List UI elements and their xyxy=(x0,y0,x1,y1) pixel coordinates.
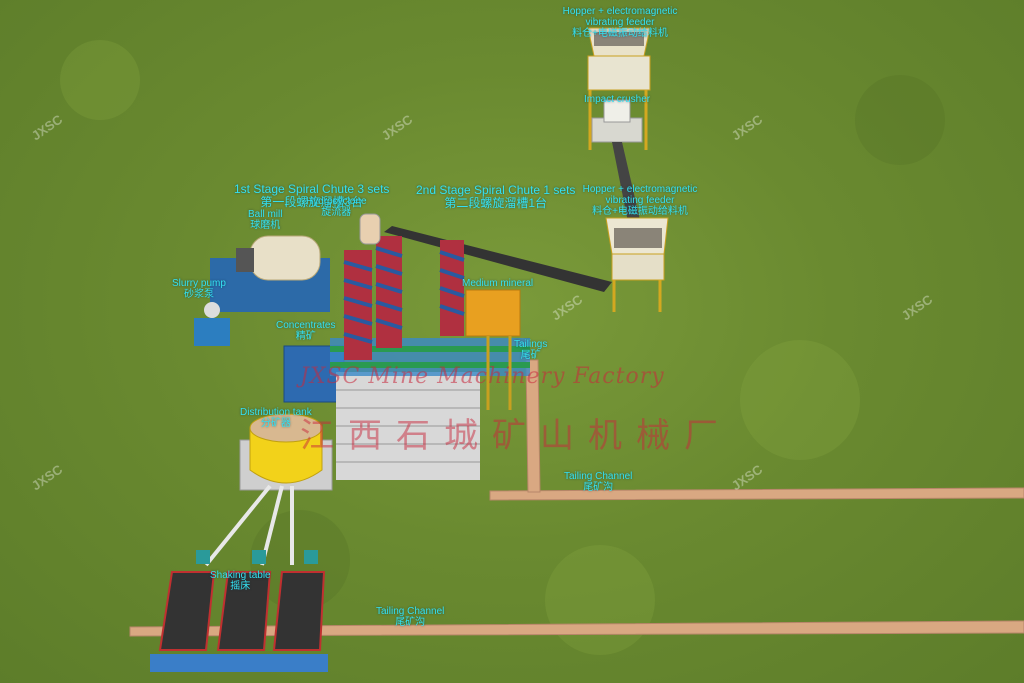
label-shaking-table: Shaking table 摇床 xyxy=(210,570,271,592)
label-ball-mill: Ball mill 球磨机 xyxy=(248,209,283,231)
equipment-drawing xyxy=(60,27,1024,672)
label-hopper-second: Hopper + electromagnetic vibrating feede… xyxy=(582,184,698,217)
watermark-english: JXSC Mine Machinery Factory xyxy=(300,364,665,389)
watermark-chinese: 江西石城矿山机械厂 xyxy=(300,416,732,456)
label-impact-crusher: Impact crusher xyxy=(584,94,651,105)
label-concentrates: Concentrates 精矿 xyxy=(276,320,336,342)
label-slurry-pump: Slurry pump 砂浆泵 xyxy=(172,278,226,300)
label-stage2: 2nd Stage Spiral Chute 1 sets 第二段螺旋溜槽1台 xyxy=(416,183,576,210)
second-hopper xyxy=(605,217,669,312)
plant-layout-scene: JXSC JXSC JXSC JXSC JXSC JXSC JXSC Hoppe… xyxy=(0,0,1024,683)
label-tailing-channel-lower: Tailing Channel 尾矿沟 xyxy=(376,606,445,628)
label-hopper-top: Hopper + electromagnetic vibrating feede… xyxy=(562,6,678,39)
medium-mineral-box xyxy=(465,289,521,337)
impact-crusher xyxy=(591,99,643,143)
label-medium-mineral: Medium mineral xyxy=(462,278,534,289)
ball-mill xyxy=(210,235,330,312)
label-tailing-channel-upper: Tailing Channel 尾矿沟 xyxy=(564,471,633,493)
label-hydrocyclone: Hydrocyclone 旋流器 xyxy=(306,196,367,218)
label-tailings: Tailings 尾矿 xyxy=(514,339,548,361)
